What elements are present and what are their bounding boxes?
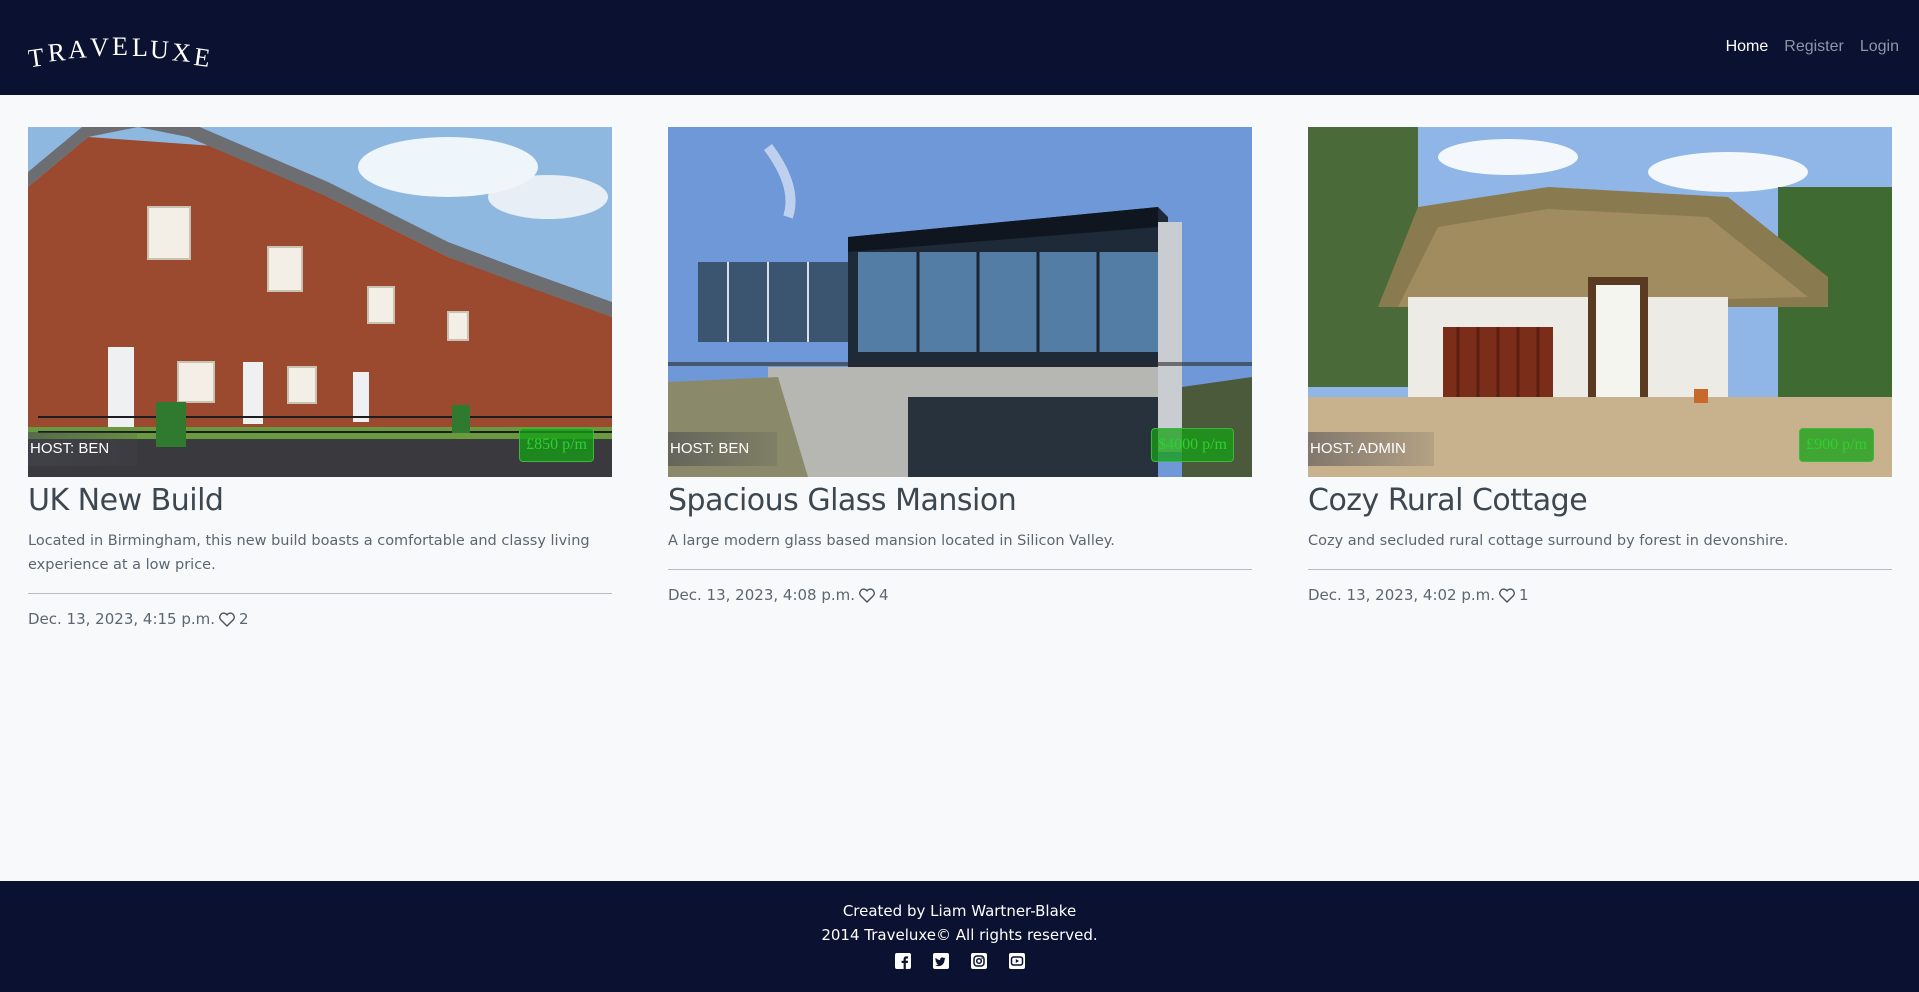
svg-text:E: E <box>112 32 134 61</box>
listing-description: Located in Birmingham, this new build bo… <box>28 533 590 573</box>
listing-meta: Dec. 13, 2023, 4:08 p.m. 4 <box>668 586 1252 604</box>
nav-home-link[interactable]: Home <box>1726 38 1769 56</box>
traveluxe-logo[interactable]: T R A V E L U X E <box>26 28 218 74</box>
heart-icon[interactable] <box>219 611 235 627</box>
listing-title[interactable]: UK New Build <box>28 481 612 521</box>
listing-description: Cozy and secluded rural cottage surround… <box>1308 533 1789 549</box>
listing-description: A large modern glass based mansion locat… <box>668 533 1115 549</box>
nav-links: Home Register Login <box>1726 38 1899 56</box>
listing-date: Dec. 13, 2023, 4:02 p.m. <box>1308 586 1496 604</box>
card-divider <box>1308 569 1892 570</box>
listing-title[interactable]: Cozy Rural Cottage <box>1308 481 1892 521</box>
facebook-icon[interactable] <box>894 953 911 969</box>
like-count: 2 <box>239 610 249 628</box>
host-badge: HOST: ADMIN <box>1308 432 1434 466</box>
heart-icon[interactable] <box>1499 587 1515 603</box>
listing-image-uk-new-build[interactable]: HOST: BEN £850 p/m <box>28 127 612 477</box>
card-divider <box>28 593 612 594</box>
footer-copyright: 2014 Traveluxe© All rights reserved. <box>821 926 1098 944</box>
twitter-icon[interactable] <box>932 953 949 969</box>
price-badge: $4000 p/m <box>1151 428 1234 462</box>
listing-card[interactable]: HOST: ADMIN £900 p/m Cozy Rural Cottage … <box>1308 127 1892 604</box>
listing-date: Dec. 13, 2023, 4:15 p.m. <box>28 610 216 628</box>
nav-register-link[interactable]: Register <box>1784 38 1844 56</box>
youtube-icon[interactable] <box>1008 953 1025 969</box>
listing-meta: Dec. 13, 2023, 4:15 p.m. 2 <box>28 610 612 628</box>
listing-meta: Dec. 13, 2023, 4:02 p.m. 1 <box>1308 586 1892 604</box>
svg-text:E: E <box>192 42 218 72</box>
footer-credit: Created by Liam Wartner-Blake <box>842 902 1077 920</box>
host-badge: HOST: BEN <box>668 432 778 466</box>
listing-title[interactable]: Spacious Glass Mansion <box>668 481 1252 521</box>
social-links <box>0 953 1919 969</box>
price-badge: £850 p/m <box>519 428 594 462</box>
host-badge: HOST: BEN <box>28 432 138 466</box>
like-count: 1 <box>1519 586 1529 604</box>
listing-date: Dec. 13, 2023, 4:08 p.m. <box>668 586 856 604</box>
nav-login-link[interactable]: Login <box>1860 38 1899 56</box>
heart-icon[interactable] <box>859 587 875 603</box>
listing-image-glass-mansion[interactable]: HOST: BEN $4000 p/m <box>668 127 1252 477</box>
listing-image-rural-cottage[interactable]: HOST: ADMIN £900 p/m <box>1308 127 1892 477</box>
navbar: T R A V E L U X E Home Register Login <box>0 0 1919 95</box>
like-count: 4 <box>879 586 889 604</box>
listing-card[interactable]: HOST: BEN £850 p/m UK New Build Located … <box>28 127 612 628</box>
card-divider <box>668 569 1252 570</box>
listing-card[interactable]: HOST: BEN $4000 p/m Spacious Glass Mansi… <box>668 127 1252 604</box>
price-badge: £900 p/m <box>1799 428 1874 462</box>
instagram-icon[interactable] <box>970 953 987 969</box>
footer: Created by Liam Wartner-Blake 2014 Trave… <box>0 881 1919 992</box>
